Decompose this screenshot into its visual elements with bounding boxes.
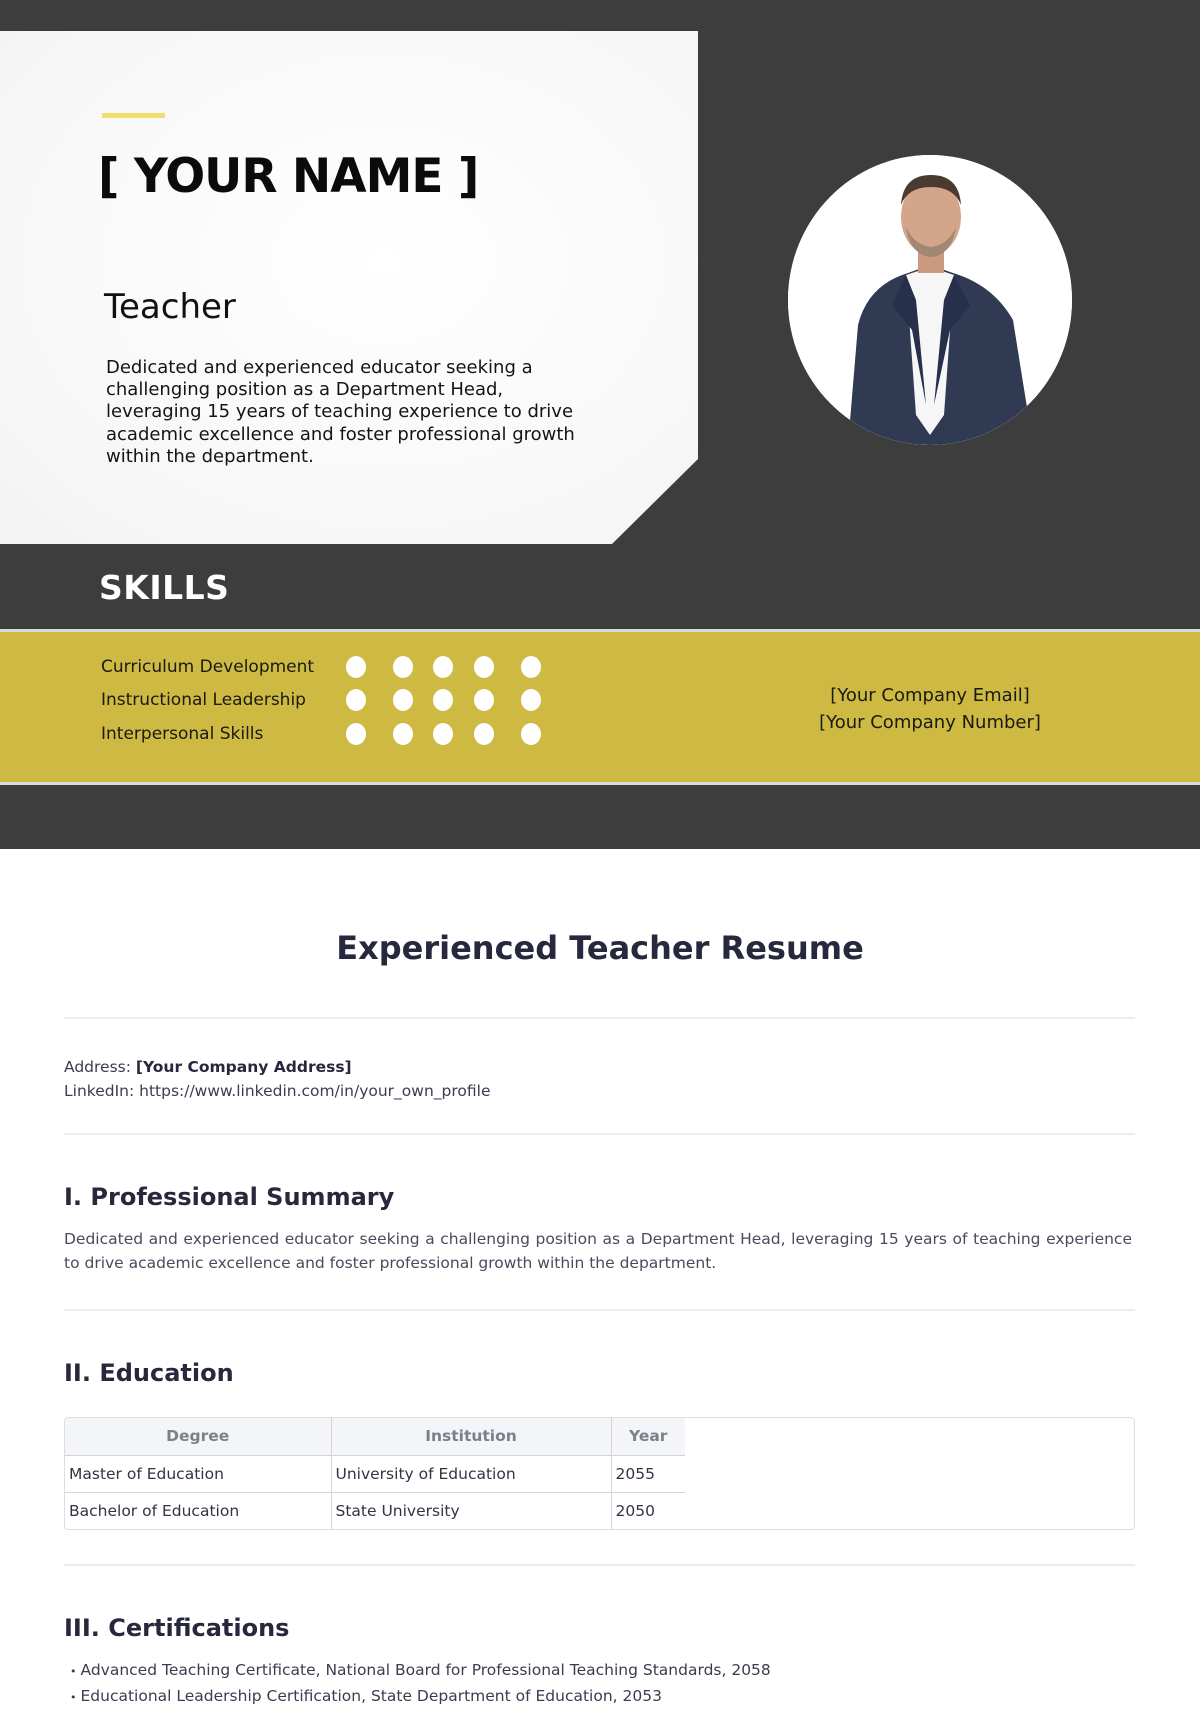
skill-rating	[346, 689, 566, 711]
candidate-name: [ YOUR NAME ]	[98, 149, 479, 204]
rating-dot-filled	[474, 723, 494, 745]
linkedin-link[interactable]: https://www.linkedin.com/in/your_own_pro…	[139, 1082, 490, 1100]
person-portrait-icon	[788, 155, 1072, 445]
rating-dot-filled	[346, 689, 366, 711]
hero-summary: Dedicated and experienced educator seeki…	[106, 357, 575, 467]
rating-dot-filled	[433, 656, 453, 678]
column-header-year: Year	[611, 1418, 685, 1456]
company-number: [Your Company Number]	[819, 712, 1041, 733]
year-cell: 2055	[611, 1455, 685, 1493]
certifications-list: • Advanced Teaching Certificate, National…	[64, 1658, 1136, 1710]
address-line: Address: [Your Company Address]	[64, 1055, 1136, 1079]
linkedin-line: LinkedIn: https://www.linkedin.com/in/yo…	[64, 1079, 1136, 1103]
certifications-section: III. Certifications • Advanced Teaching C…	[64, 1566, 1136, 1710]
skills-band: Curriculum Development Instructional Lea…	[0, 629, 1200, 785]
skill-rating	[346, 723, 566, 745]
skill-row: Instructional Leadership	[101, 685, 566, 715]
table-row: Bachelor of Education State University 2…	[65, 1492, 685, 1529]
rating-dot-filled	[474, 656, 494, 678]
summary-text: Dedicated and experienced educator seeki…	[64, 1230, 1132, 1272]
education-section: II. Education Degree Institution Year Ma…	[64, 1311, 1136, 1564]
contact-details: Address: [Your Company Address] LinkedIn…	[64, 1019, 1136, 1133]
column-header-institution: Institution	[331, 1418, 612, 1456]
section-heading: I. Professional Summary	[64, 1183, 395, 1211]
accent-bar	[102, 113, 165, 118]
rating-dot-filled	[474, 689, 494, 711]
rating-dot-filled	[346, 723, 366, 745]
skills-heading: SKILLS	[99, 568, 230, 607]
section-heading: II. Education	[64, 1359, 234, 1387]
document-title: Experienced Teacher Resume	[336, 929, 864, 967]
list-item: • Educational Leadership Certification, S…	[64, 1684, 1136, 1710]
rating-dot-filled	[393, 723, 413, 745]
skill-label: Interpersonal Skills	[101, 724, 264, 744]
profile-photo	[788, 155, 1072, 445]
certification-text: Advanced Teaching Certificate, National …	[80, 1661, 771, 1679]
degree-cell: Bachelor of Education	[65, 1492, 332, 1529]
rating-dot-filled	[393, 689, 413, 711]
skill-label: Curriculum Development	[101, 657, 315, 677]
rating-dot-filled	[433, 723, 453, 745]
institution-cell: State University	[331, 1492, 612, 1529]
contact-block: [Your Company Email] [Your Company Numbe…	[780, 682, 1080, 736]
skill-label: Instructional Leadership	[101, 690, 306, 710]
degree-cell: Master of Education	[65, 1455, 332, 1493]
rating-dot-filled	[521, 689, 541, 711]
rating-dot-filled	[346, 656, 366, 678]
bullet-icon: •	[70, 1691, 77, 1704]
institution-cell: University of Education	[331, 1455, 612, 1493]
resume-hero: [ YOUR NAME ] Teacher Dedicated and expe…	[0, 0, 1200, 849]
skill-row: Curriculum Development	[101, 652, 566, 682]
certification-text: Educational Leadership Certification, St…	[80, 1687, 662, 1705]
table-row: Master of Education University of Educat…	[65, 1455, 685, 1493]
skill-rating	[346, 656, 566, 678]
rating-dot-filled	[521, 723, 541, 745]
address-label: Address:	[64, 1058, 131, 1076]
rating-dot-filled	[521, 656, 541, 678]
skill-row: Interpersonal Skills	[101, 719, 566, 749]
column-header-degree: Degree	[65, 1418, 332, 1456]
year-cell: 2050	[615, 1501, 655, 1520]
linkedin-label: LinkedIn:	[64, 1082, 135, 1100]
education-table: Degree Institution Year Master of Educat…	[65, 1418, 685, 1529]
table-header-row: Degree Institution Year	[65, 1418, 685, 1456]
section-heading: III. Certifications	[64, 1614, 290, 1642]
list-item: • Advanced Teaching Certificate, National…	[64, 1658, 1136, 1684]
resume-document: Experienced Teacher Resume Address: [You…	[0, 849, 1200, 1710]
professional-summary-section: I. Professional Summary Dedicated and ex…	[64, 1135, 1136, 1309]
bullet-icon: •	[70, 1665, 77, 1678]
education-table-wrapper: Degree Institution Year Master of Educat…	[64, 1417, 1135, 1530]
rating-dot-filled	[433, 689, 453, 711]
rating-dot-filled	[393, 656, 413, 678]
candidate-role: Teacher	[104, 287, 236, 327]
address-value: [Your Company Address]	[135, 1058, 352, 1076]
hero-intro-panel: [ YOUR NAME ] Teacher Dedicated and expe…	[0, 31, 698, 544]
company-email: [Your Company Email]	[830, 685, 1030, 706]
